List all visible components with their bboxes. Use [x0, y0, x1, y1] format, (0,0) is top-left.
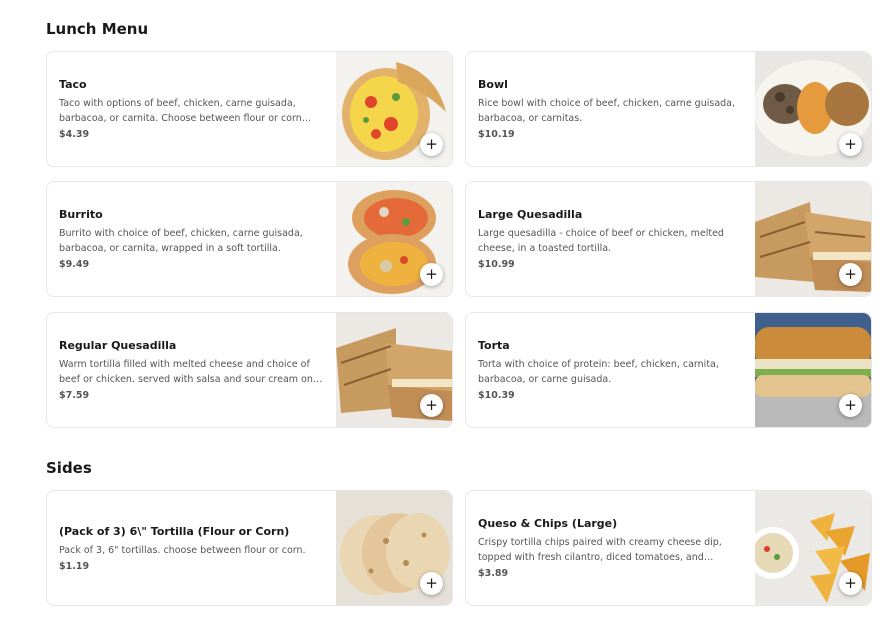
- item-description: Burrito with choice of beef, chicken, ca…: [59, 228, 303, 254]
- section-title-sides: Sides: [46, 459, 92, 477]
- add-item-button[interactable]: +: [420, 572, 443, 595]
- add-item-button[interactable]: +: [839, 133, 862, 156]
- item-name: Bowl: [478, 78, 508, 91]
- plus-icon: +: [844, 265, 857, 283]
- item-description: Taco with options of beef, chicken, carn…: [59, 98, 302, 124]
- item-description: Large quesadilla - choice of beef or chi…: [478, 228, 724, 254]
- menu-item-card-regular-quesadilla[interactable]: Regular Quesadilla Warm tortilla filled …: [46, 312, 453, 428]
- item-description: Torta with choice of protein: beef, chic…: [478, 359, 719, 385]
- item-price: $7.59: [59, 390, 90, 401]
- item-price: $1.19: [59, 560, 90, 572]
- item-name: Torta: [478, 339, 510, 352]
- plus-icon: +: [425, 574, 438, 592]
- menu-item-card-bowl[interactable]: Bowl Rice bowl with choice of beef, chic…: [465, 51, 872, 167]
- add-item-button[interactable]: +: [420, 263, 443, 286]
- plus-icon: +: [425, 135, 438, 153]
- item-price: $10.19: [478, 129, 515, 140]
- item-price: $3.89: [478, 568, 509, 579]
- item-name: Large Quesadilla: [478, 208, 583, 221]
- item-description: Crispy tortilla chips paired with creamy…: [478, 537, 722, 563]
- add-item-button[interactable]: +: [839, 263, 862, 286]
- item-name: Burrito: [59, 208, 103, 221]
- add-item-button[interactable]: +: [839, 394, 862, 417]
- item-name: (Pack of 3) 6\" Tortilla (Flour or Corn): [59, 524, 290, 538]
- item-name: Queso & Chips (Large): [478, 517, 618, 530]
- item-description: Pack of 3, 6" tortillas. choose between …: [59, 544, 306, 556]
- add-item-button[interactable]: +: [420, 133, 443, 156]
- menu-item-card-large-quesadilla[interactable]: Large Quesadilla Large quesadilla - choi…: [465, 181, 872, 297]
- add-item-button[interactable]: +: [839, 572, 862, 595]
- add-item-button[interactable]: +: [420, 394, 443, 417]
- menu-item-card-queso-chips[interactable]: Queso & Chips (Large) Crispy tortilla ch…: [465, 490, 872, 606]
- item-price: $10.39: [478, 390, 515, 401]
- item-name: Taco: [59, 78, 87, 91]
- section-title-lunch-menu: Lunch Menu: [46, 20, 149, 38]
- plus-icon: +: [844, 574, 857, 592]
- menu-item-card-torta[interactable]: Torta Torta with choice of protein: beef…: [465, 312, 872, 428]
- item-price: $9.49: [59, 259, 90, 270]
- menu-item-card-tortilla-pack[interactable]: (Pack of 3) 6\" Tortilla (Flour or Corn)…: [46, 490, 453, 606]
- item-description: Warm tortilla filled with melted cheese …: [59, 359, 313, 385]
- menu-item-card-taco[interactable]: Taco Taco with options of beef, chicken,…: [46, 51, 453, 167]
- item-price: $4.39: [59, 129, 90, 140]
- menu-item-card-burrito[interactable]: Burrito Burrito with choice of beef, chi…: [46, 181, 453, 297]
- item-description: Rice bowl with choice of beef, chicken, …: [478, 98, 736, 124]
- plus-icon: +: [425, 265, 438, 283]
- item-price: $10.99: [478, 259, 515, 270]
- plus-icon: +: [844, 396, 857, 414]
- item-name: Regular Quesadilla: [59, 339, 177, 352]
- plus-icon: +: [844, 135, 857, 153]
- plus-icon: +: [425, 396, 438, 414]
